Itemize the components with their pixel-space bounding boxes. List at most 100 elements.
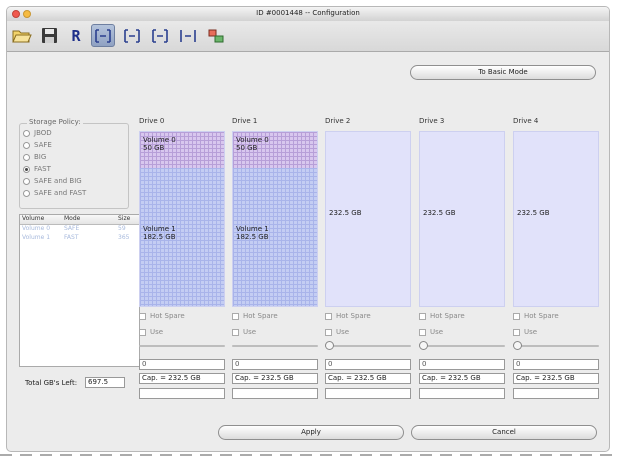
drive-slider[interactable]	[325, 341, 411, 350]
drive-allocation-bar[interactable]: 232.5 GB	[325, 131, 411, 307]
use-checkbox[interactable]: Use	[139, 328, 163, 336]
to-basic-mode-button[interactable]: To Basic Mode	[410, 65, 596, 80]
use-checkbox[interactable]: Use	[419, 328, 443, 336]
drive-slider[interactable]	[513, 341, 599, 350]
table-row[interactable]: Volume 1 FAST 365	[20, 234, 139, 243]
drive-slider[interactable]	[139, 345, 225, 347]
drive-extra-field[interactable]	[325, 388, 411, 399]
free-space-label: 232.5 GB	[517, 209, 550, 217]
drive-value-field[interactable]: 0	[232, 359, 318, 370]
drive-allocation-bar[interactable]: 232.5 GB	[513, 131, 599, 307]
cell-volume: Volume 0	[22, 225, 51, 232]
volume-1-name: Volume 1	[236, 225, 269, 233]
apply-button[interactable]: Apply	[218, 425, 404, 440]
radio-label: SAFE and FAST	[34, 189, 87, 197]
drive-extra-field[interactable]	[139, 388, 225, 399]
drive-allocation-bar[interactable]: 232.5 GB	[419, 131, 505, 307]
cancel-button[interactable]: Cancel	[411, 425, 597, 440]
free-space-label: 232.5 GB	[329, 209, 362, 217]
radio-fast[interactable]: FAST	[23, 165, 51, 173]
volume-1-size: 182.5 GB	[236, 233, 269, 241]
total-gb-left-field[interactable]: 697.5	[85, 377, 125, 388]
checkbox-box	[232, 328, 239, 336]
checkbox-label: Hot Spare	[150, 312, 185, 320]
hot-spare-checkbox[interactable]: Hot Spare	[419, 312, 465, 320]
cell-size: 59	[118, 225, 126, 232]
radio-big[interactable]: BIG	[23, 153, 46, 161]
checkbox-box	[232, 312, 239, 320]
drive-header: Drive 4	[513, 117, 539, 125]
use-checkbox[interactable]: Use	[513, 328, 537, 336]
slider-thumb[interactable]	[325, 341, 334, 350]
checkbox-box	[419, 328, 426, 336]
hot-spare-checkbox[interactable]: Hot Spare	[139, 312, 185, 320]
r-letter-icon[interactable]: R	[64, 24, 88, 47]
use-checkbox[interactable]: Use	[325, 328, 349, 336]
hot-spare-checkbox[interactable]: Hot Spare	[325, 312, 371, 320]
capacity-field: Cap. = 232.5 GB	[232, 373, 318, 384]
radio-label: SAFE	[34, 141, 52, 149]
drive-value-field[interactable]: 0	[325, 359, 411, 370]
cell-size: 365	[118, 234, 130, 241]
use-checkbox[interactable]: Use	[232, 328, 256, 336]
checkbox-label: Hot Spare	[243, 312, 278, 320]
radio-safe-and-big[interactable]: SAFE and BIG	[23, 177, 82, 185]
drive-slider[interactable]	[419, 341, 505, 350]
volume-0-name: Volume 0	[236, 136, 269, 144]
raid-mode-2-icon[interactable]	[120, 24, 144, 47]
hot-spare-checkbox[interactable]: Hot Spare	[513, 312, 559, 320]
column-header-size[interactable]: Size	[118, 215, 138, 224]
checkbox-label: Use	[243, 328, 257, 336]
drive-extra-field[interactable]	[419, 388, 505, 399]
raid-mode-5-icon[interactable]	[204, 24, 228, 47]
checkbox-label: Hot Spare	[524, 312, 559, 320]
raid-mode-3-icon[interactable]	[148, 24, 172, 47]
radio-label: BIG	[34, 153, 47, 161]
drive-value-field[interactable]: 0	[419, 359, 505, 370]
folder-open-icon[interactable]	[10, 24, 34, 47]
checkbox-label: Use	[336, 328, 350, 336]
column-header-mode[interactable]: Mode	[64, 215, 118, 224]
radio-safe[interactable]: SAFE	[23, 141, 52, 149]
column-header-volume[interactable]: Volume	[20, 215, 64, 224]
volume-0-name: Volume 0	[143, 136, 176, 144]
capacity-field: Cap. = 232.5 GB	[325, 373, 411, 384]
radio-label: FAST	[34, 165, 51, 173]
total-gb-left-label: Total GB's Left:	[25, 379, 78, 387]
drive-allocation-bar[interactable]: Volume 0 50 GB Volume 1 182.5 GB	[232, 131, 318, 307]
drive-slider[interactable]	[232, 345, 318, 347]
raid-mode-1-icon[interactable]	[91, 24, 115, 47]
radio-dot	[23, 165, 30, 173]
radio-dot	[23, 153, 30, 161]
volume-1-name: Volume 1	[143, 225, 176, 233]
hot-spare-checkbox[interactable]: Hot Spare	[232, 312, 278, 320]
drive-extra-field[interactable]	[513, 388, 599, 399]
table-row[interactable]: Volume 0 SAFE 59	[20, 225, 139, 234]
volume-1-size: 182.5 GB	[143, 233, 176, 241]
storage-policy-legend: Storage Policy:	[27, 118, 83, 126]
drive-header: Drive 2	[325, 117, 351, 125]
drive-value-field[interactable]: 0	[139, 359, 225, 370]
checkbox-box	[139, 312, 146, 320]
save-disk-icon[interactable]	[37, 24, 61, 47]
toolbar: R	[7, 21, 609, 52]
drive-extra-field[interactable]	[232, 388, 318, 399]
checkbox-box	[513, 328, 520, 336]
slider-thumb[interactable]	[513, 341, 522, 350]
raid-mode-4-icon[interactable]	[176, 24, 200, 47]
volumes-table[interactable]: Volume Mode Size Volume 0 SAFE 59 Volume…	[19, 214, 140, 367]
checkbox-label: Use	[150, 328, 164, 336]
radio-safe-and-fast[interactable]: SAFE and FAST	[23, 189, 86, 197]
drive-value-field[interactable]: 0	[513, 359, 599, 370]
slider-thumb[interactable]	[419, 341, 428, 350]
volume-0-size: 50 GB	[143, 144, 165, 152]
radio-label: JBOD	[34, 129, 52, 137]
checkbox-box	[139, 328, 146, 336]
radio-dot	[23, 141, 30, 149]
radio-jbod[interactable]: JBOD	[23, 129, 52, 137]
window-title: ID #0001448 -- Configuration	[256, 9, 360, 17]
radio-dot	[23, 189, 30, 197]
drive-allocation-bar[interactable]: Volume 0 50 GB Volume 1 182.5 GB	[139, 131, 225, 307]
radio-dot	[23, 177, 30, 185]
radio-dot	[23, 129, 30, 137]
